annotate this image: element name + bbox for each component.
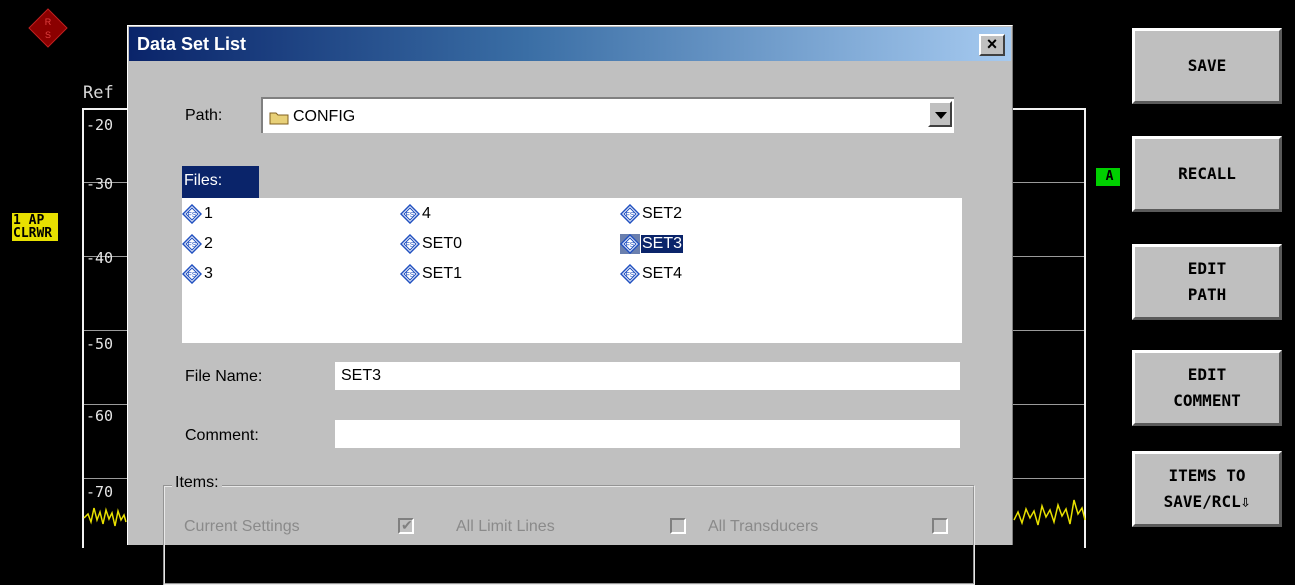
close-icon: × [986, 34, 998, 54]
close-button[interactable]: × [979, 34, 1005, 56]
all-limit-lines-checkbox[interactable] [670, 518, 686, 534]
svg-text:FS: FS [188, 212, 197, 219]
dataset-file-icon: FS [399, 263, 421, 285]
dataset-file-icon: FS [399, 203, 421, 225]
dataset-file-icon: FS [619, 233, 641, 255]
all-limit-lines-label: All Limit Lines [456, 518, 555, 535]
comment-input[interactable] [335, 420, 960, 448]
file-item[interactable]: FS 1 [181, 203, 214, 225]
comment-label: Comment: [185, 427, 259, 444]
dataset-file-icon: FS [181, 233, 203, 255]
svg-text:FS: FS [406, 272, 415, 279]
file-name-label: File Name: [185, 368, 263, 385]
file-name: 4 [422, 205, 431, 222]
file-name-input[interactable]: SET3 [335, 362, 960, 390]
softkey-label: EDIT [1187, 259, 1227, 278]
svg-text:FS: FS [406, 212, 415, 219]
all-transducers-checkbox[interactable] [932, 518, 948, 534]
dialog-title: Data Set List [137, 34, 247, 54]
softkey-label: RECALL [1178, 164, 1236, 183]
edit-path-softkey[interactable]: EDIT PATH [1132, 244, 1282, 320]
softkey-label: SAVE [1187, 56, 1227, 75]
dataset-file-icon: FS [619, 203, 641, 225]
save-softkey[interactable]: SAVE [1132, 28, 1282, 104]
file-item[interactable]: FS 4 [399, 203, 432, 225]
items-label: Items: [172, 474, 222, 492]
current-settings-label: Current Settings [184, 518, 300, 535]
folder-icon [269, 112, 289, 125]
files-list[interactable]: FS 1 FS 2 FS 3 FS 4 FS SET0 FS SET1 FS SET2 FS SET3 FS SE… [181, 198, 962, 343]
file-name: SET4 [642, 265, 683, 282]
all-transducers-label: All Transducers [708, 518, 819, 535]
path-combobox[interactable]: CONFIG [261, 97, 954, 133]
chevron-down-icon [935, 112, 947, 119]
svg-text:FS: FS [188, 272, 197, 279]
file-name: SET1 [422, 265, 463, 282]
dataset-file-icon: FS [399, 233, 421, 255]
current-settings-checkbox[interactable]: ✔ [398, 517, 414, 534]
file-name: 1 [204, 205, 213, 222]
data-set-list-dialog: Data Set List × Path: CONFIG Files: FS 1 F… [127, 25, 1013, 585]
files-label: Files: [182, 166, 259, 198]
svg-text:FS: FS [406, 242, 415, 249]
check-icon: ✔ [401, 517, 413, 533]
softkey-label: COMMENT [1173, 391, 1241, 410]
path-value: CONFIG [293, 108, 356, 125]
file-item[interactable]: FS SET0 [399, 233, 463, 255]
file-name: SET2 [642, 205, 683, 222]
softkey-label: EDIT [1187, 365, 1227, 384]
softkey-label: SAVE/RCL⇩ [1163, 492, 1251, 511]
path-dropdown-button[interactable] [928, 101, 952, 127]
softkey-panel: SAVE RECALL EDIT PATH EDIT COMMENT ITEMS… [1120, 0, 1295, 541]
softkey-label: ITEMS TO [1168, 466, 1246, 485]
svg-text:FS: FS [626, 242, 635, 249]
file-item[interactable]: FS 3 [181, 263, 214, 285]
svg-text:FS: FS [626, 272, 635, 279]
file-item[interactable]: FS SET3 [619, 233, 685, 255]
file-item[interactable]: FS SET4 [619, 263, 683, 285]
dataset-file-icon: FS [619, 263, 641, 285]
file-name: 2 [204, 235, 213, 252]
file-item[interactable]: FS SET2 [619, 203, 683, 225]
items-to-save-rcl-softkey[interactable]: ITEMS TO SAVE/RCL⇩ [1132, 451, 1282, 527]
svg-text:FS: FS [626, 212, 635, 219]
path-label: Path: [185, 107, 223, 124]
file-item[interactable]: FS SET1 [399, 263, 463, 285]
softkey-label: PATH [1187, 285, 1227, 304]
dialog-titlebar[interactable]: Data Set List × [129, 27, 1011, 61]
dataset-file-icon: FS [181, 203, 203, 225]
file-name: 3 [204, 265, 213, 282]
edit-comment-softkey[interactable]: EDIT COMMENT [1132, 350, 1282, 426]
file-name: SET3 [639, 234, 685, 254]
svg-text:FS: FS [188, 242, 197, 249]
file-name: SET0 [422, 235, 463, 252]
recall-softkey[interactable]: RECALL [1132, 136, 1282, 212]
dataset-file-icon: FS [181, 263, 203, 285]
file-item[interactable]: FS 2 [181, 233, 214, 255]
